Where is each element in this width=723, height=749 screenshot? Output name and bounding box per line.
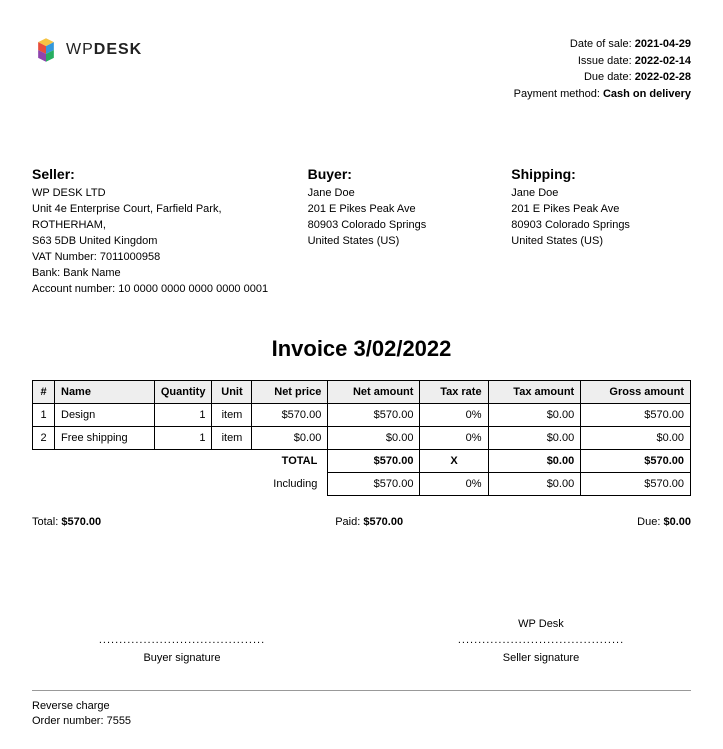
item-qty: 1 <box>154 403 212 426</box>
seller-address1: Unit 4e Enterprise Court, Farfield Park,… <box>32 202 284 234</box>
signature-line: ........................................… <box>451 634 631 646</box>
including-tax-rate: 0% <box>420 472 488 495</box>
issue-date-label: Issue date: <box>578 55 632 67</box>
seller-vat: VAT Number: 7011000958 <box>32 250 284 266</box>
logo-text: WPDESK <box>66 41 142 59</box>
seller-signature-label: Seller signature <box>451 652 631 664</box>
table-row: 2 Free shipping 1 item $0.00 $0.00 0% $0… <box>33 426 691 449</box>
total-gross: $570.00 <box>581 449 691 472</box>
buyer-signature-label: Buyer signature <box>92 652 272 664</box>
col-num: # <box>33 380 55 403</box>
payment-method-value: Cash on delivery <box>603 88 691 100</box>
wpdesk-logo-icon <box>32 36 60 64</box>
total-tax: $0.00 <box>488 449 581 472</box>
footer-rule <box>32 690 691 691</box>
total-label: TOTAL <box>252 449 328 472</box>
signature-line: ........................................… <box>92 634 272 646</box>
col-net-price: Net price <box>252 380 328 403</box>
payment-method-label: Payment method: <box>514 88 600 100</box>
item-gross: $0.00 <box>581 426 691 449</box>
col-net-amount: Net amount <box>328 380 420 403</box>
shipping-address2: 80903 Colorado Springs <box>511 218 691 234</box>
including-label: Including <box>252 472 328 495</box>
parties: Seller: WP DESK LTD Unit 4e Enterprise C… <box>32 166 691 298</box>
shipping-block: Shipping: Jane Doe 201 E Pikes Peak Ave … <box>511 166 691 298</box>
table-row: 1 Design 1 item $570.00 $570.00 0% $0.00… <box>33 403 691 426</box>
item-qty: 1 <box>154 426 212 449</box>
seller-address2: S63 5DB United Kingdom <box>32 234 284 250</box>
logo-text-light: WP <box>66 41 94 58</box>
buyer-address2: 80903 Colorado Springs <box>308 218 488 234</box>
shipping-country: United States (US) <box>511 234 691 250</box>
shipping-heading: Shipping: <box>511 166 691 182</box>
seller-block: Seller: WP DESK LTD Unit 4e Enterprise C… <box>32 166 284 298</box>
col-gross-amount: Gross amount <box>581 380 691 403</box>
footer-reverse-charge: Reverse charge <box>32 699 691 714</box>
item-num: 1 <box>33 403 55 426</box>
buyer-country: United States (US) <box>308 234 488 250</box>
header: WPDESK Date of sale: 2021-04-29 Issue da… <box>32 36 691 102</box>
item-net-amount: $0.00 <box>328 426 420 449</box>
footer-order-number: Order number: 7555 <box>32 714 691 729</box>
buyer-block: Buyer: Jane Doe 201 E Pikes Peak Ave 809… <box>308 166 488 298</box>
logo-text-bold: DESK <box>94 41 142 58</box>
seller-account: Account number: 10 0000 0000 0000 0000 0… <box>32 282 284 298</box>
item-net-amount: $570.00 <box>328 403 420 426</box>
signatures: ........................................… <box>32 618 691 664</box>
item-tax-amount: $0.00 <box>488 403 581 426</box>
item-net-price: $570.00 <box>252 403 328 426</box>
logo: WPDESK <box>32 36 142 64</box>
summary-due: Due: $0.00 <box>637 516 691 528</box>
buyer-name: Jane Doe <box>308 186 488 202</box>
seller-bank: Bank: Bank Name <box>32 266 284 282</box>
col-tax-amount: Tax amount <box>488 380 581 403</box>
items-table: # Name Quantity Unit Net price Net amoun… <box>32 380 691 496</box>
date-of-sale-value: 2021-04-29 <box>635 38 691 50</box>
col-tax-rate: Tax rate <box>420 380 488 403</box>
issue-date-value: 2022-02-14 <box>635 55 691 67</box>
seller-name: WP DESK LTD <box>32 186 284 202</box>
including-row: Including $570.00 0% $0.00 $570.00 <box>33 472 691 495</box>
item-num: 2 <box>33 426 55 449</box>
invoice-title: Invoice 3/02/2022 <box>32 336 691 362</box>
table-header-row: # Name Quantity Unit Net price Net amoun… <box>33 380 691 403</box>
including-gross: $570.00 <box>581 472 691 495</box>
item-unit: item <box>212 403 252 426</box>
total-net: $570.00 <box>328 449 420 472</box>
item-name: Design <box>55 403 155 426</box>
buyer-signature-name <box>92 618 272 632</box>
item-tax-rate: 0% <box>420 403 488 426</box>
summary-total: Total: $570.00 <box>32 516 101 528</box>
date-of-sale-label: Date of sale: <box>570 38 632 50</box>
seller-signature-name: WP Desk <box>451 618 631 632</box>
buyer-heading: Buyer: <box>308 166 488 182</box>
total-tax-rate: X <box>420 449 488 472</box>
due-date-value: 2022-02-28 <box>635 71 691 83</box>
col-name: Name <box>55 380 155 403</box>
item-tax-amount: $0.00 <box>488 426 581 449</box>
seller-signature: WP Desk ................................… <box>451 618 631 664</box>
item-net-price: $0.00 <box>252 426 328 449</box>
seller-heading: Seller: <box>32 166 284 182</box>
meta-block: Date of sale: 2021-04-29 Issue date: 202… <box>514 36 691 102</box>
col-unit: Unit <box>212 380 252 403</box>
invoice-page: WPDESK Date of sale: 2021-04-29 Issue da… <box>0 0 723 749</box>
col-quantity: Quantity <box>154 380 212 403</box>
summary-row: Total: $570.00 Paid: $570.00 Due: $0.00 <box>32 516 691 528</box>
including-tax: $0.00 <box>488 472 581 495</box>
buyer-signature: ........................................… <box>92 618 272 664</box>
item-tax-rate: 0% <box>420 426 488 449</box>
item-name: Free shipping <box>55 426 155 449</box>
item-gross: $570.00 <box>581 403 691 426</box>
shipping-name: Jane Doe <box>511 186 691 202</box>
shipping-address1: 201 E Pikes Peak Ave <box>511 202 691 218</box>
total-row: TOTAL $570.00 X $0.00 $570.00 <box>33 449 691 472</box>
buyer-address1: 201 E Pikes Peak Ave <box>308 202 488 218</box>
item-unit: item <box>212 426 252 449</box>
including-net: $570.00 <box>328 472 420 495</box>
due-date-label: Due date: <box>584 71 632 83</box>
summary-paid: Paid: $570.00 <box>335 516 403 528</box>
